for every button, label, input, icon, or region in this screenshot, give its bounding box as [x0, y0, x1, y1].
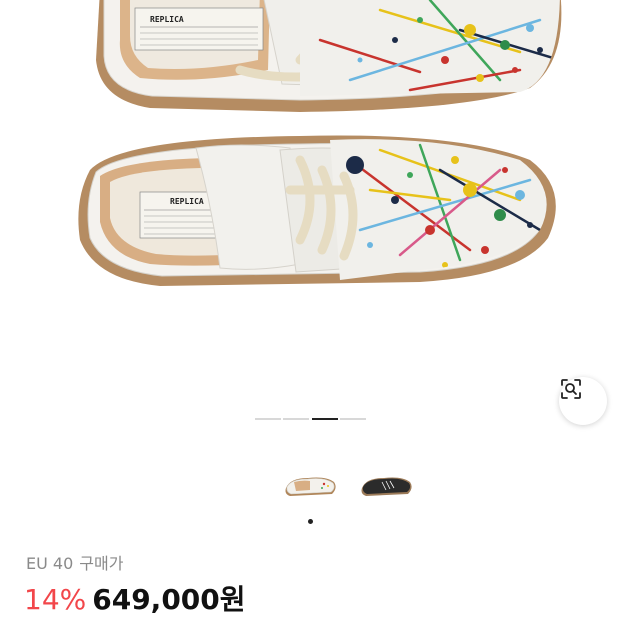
carousel-indicator[interactable]: [340, 418, 366, 420]
image-search-button[interactable]: [559, 377, 607, 425]
price-value: 649,000원: [92, 583, 246, 616]
sneaker-bottom: REPLICA: [78, 135, 556, 286]
carousel-indicator[interactable]: [255, 418, 281, 420]
label-brand-bottom: REPLICA: [170, 197, 204, 206]
size-price-type: EU 40 구매가: [26, 550, 129, 574]
carousel-indicator[interactable]: [283, 418, 309, 420]
sneaker-top: REPLICA: [96, 0, 562, 112]
selected-thumbnail-dot: [308, 519, 313, 524]
product-image-carousel[interactable]: REPLICA REPLICA: [0, 0, 620, 440]
price-type-label: 구매가: [79, 554, 124, 573]
lens-search-icon: [561, 379, 581, 399]
price-row: 14% 649,000원: [24, 578, 246, 618]
paint-splatter-top: [300, 0, 560, 96]
carousel-indicator-active[interactable]: [312, 418, 338, 420]
discount-rate: 14%: [24, 583, 87, 616]
black-sneaker-thumbnail[interactable]: [358, 466, 416, 502]
label-brand-top: REPLICA: [150, 15, 184, 24]
white-sneaker-thumbnail[interactable]: [282, 466, 340, 502]
sneaker-photo: REPLICA REPLICA: [78, 0, 562, 286]
size-label: EU 40: [26, 554, 74, 573]
